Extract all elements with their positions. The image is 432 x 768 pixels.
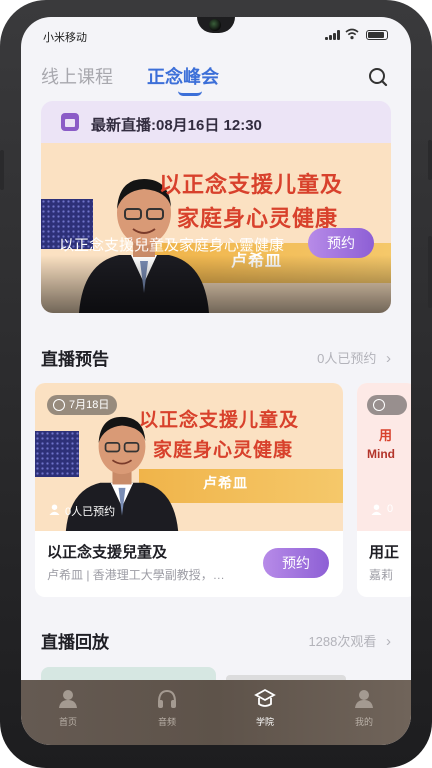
screen: 小米移动 线上课程 正念峰会 最新直播:08月16日 12:30 以正念支援儿童… [21,17,411,745]
chevron-right-icon: › [386,633,391,650]
poster-title: 用 [379,428,393,443]
preview-more-link[interactable]: 0人已预约 › [317,348,391,367]
section-title: 直播回放 [41,633,109,652]
signal-icon [325,30,341,40]
tab-label: 首页 [58,717,77,727]
profile-icon [355,690,373,708]
playback-more-link[interactable]: 1288次观看 › [308,631,391,650]
academy-icon [254,688,276,707]
phone-frame: 小米移动 线上课程 正念峰会 最新直播:08月16日 12:30 以正念支援儿童… [0,0,432,768]
poster-title-line1: 以正念支援儿童及 [139,410,300,431]
live-header: 最新直播:08月16日 12:30 [41,101,391,143]
top-tabs: 线上课程 正念峰会 [21,57,411,101]
bottom-tab-bar: 首页 音频 学院 我的 [21,680,411,745]
side-button-left [0,150,4,190]
reserve-button[interactable]: 预约 [308,228,374,258]
date-badge [367,395,407,415]
person-icon [371,504,382,515]
reserved-total: 0人已预约 [317,351,377,366]
tab-label: 学院 [255,717,274,727]
tab-home[interactable]: 首页 [38,688,98,728]
view-count: 1288次观看 [308,634,377,649]
tab-academy[interactable]: 学院 [235,688,295,728]
poster-title-line2: 家庭身心灵健康 [153,440,294,461]
battery-icon [366,30,388,40]
preview-card[interactable]: 用 Mind 0 用正 嘉莉 [357,383,411,597]
tab-mindfulness-summit[interactable]: 正念峰会 [147,63,219,89]
wifi-icon [345,28,359,40]
reserved-count: 0人已预约 [49,503,115,519]
reserved-label: 0人已预约 [65,506,116,518]
reserved-count: 0 [371,503,393,515]
search-icon[interactable] [366,65,390,89]
tab-profile[interactable]: 我的 [334,688,394,728]
hero-caption: 以正念支援兒童及家庭身心靈健康 [59,237,285,254]
card-title: 用正 [369,544,400,561]
clock-icon [373,399,385,411]
chevron-right-icon: › [386,350,391,367]
poster-subtitle: Mind [367,447,395,461]
reserved-label: 0 [387,503,394,515]
card-subtitle: 卢希皿 | 香港理工大學副教授，… [47,568,225,582]
card-poster: 用 Mind 0 [357,383,411,531]
carrier-label: 小米移动 [43,32,87,44]
reserve-button[interactable]: 预约 [263,548,329,578]
volume-button [428,140,432,180]
section-title: 直播预告 [41,350,109,369]
home-icon [59,690,77,708]
card-subtitle: 嘉莉 [369,568,394,582]
next-live-time: 最新直播:08月16日 12:30 [91,117,262,134]
live-date: 7月18日 [69,399,110,411]
tab-label: 我的 [354,717,373,727]
poster-title-line1: 以正念支援儿童及 [159,172,344,197]
playback-section-header: 直播回放 1288次观看 › [41,628,391,652]
date-badge: 7月18日 [47,395,118,415]
card-poster: 以正念支援儿童及 家庭身心灵健康 卢希皿 7月18日 0人已预约 [35,383,343,531]
tab-online-courses[interactable]: 线上课程 [41,63,113,89]
calendar-icon [61,113,79,131]
power-button [428,236,432,308]
featured-live-card[interactable]: 最新直播:08月16日 12:30 以正念支援儿童及 家庭身心灵健康 以正念支援… [41,101,391,313]
tab-label: 音频 [157,717,176,727]
clock-icon [53,399,65,411]
tab-audio[interactable]: 音频 [137,688,197,728]
headphones-icon [158,689,176,708]
preview-section-header: 直播预告 0人已预约 › [41,345,391,369]
preview-card[interactable]: 以正念支援儿童及 家庭身心灵健康 卢希皿 7月18日 0人已预约 以正念支援兒童… [35,383,343,597]
card-title: 以正念支援兒童及 [47,544,168,561]
caption-shade [41,255,391,313]
poster-title-line2: 家庭身心灵健康 [177,206,339,231]
poster-speaker-name: 卢希皿 [203,475,248,491]
person-icon [49,504,60,515]
camera-icon [209,19,221,31]
active-tab-indicator [178,91,202,96]
